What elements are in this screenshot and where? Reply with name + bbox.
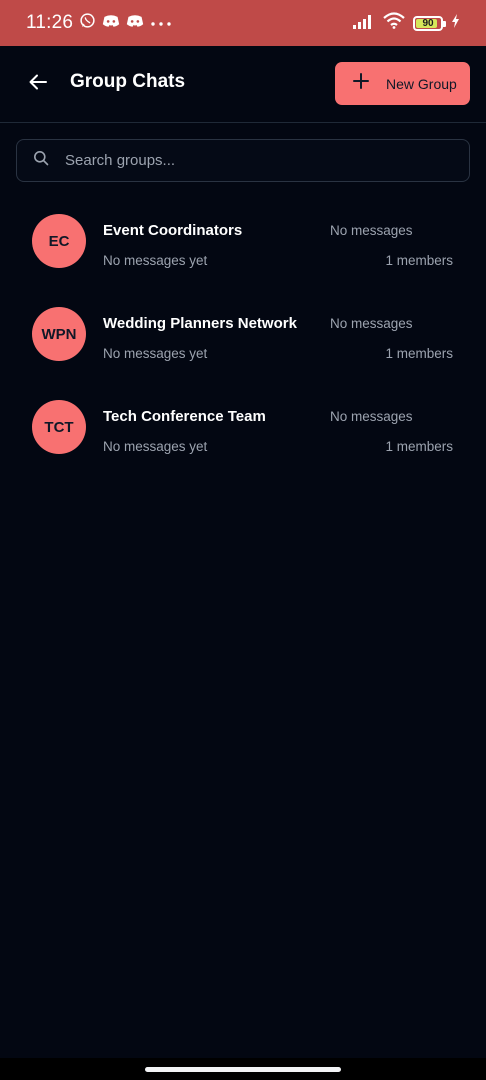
- discord-icon: [126, 14, 144, 33]
- search-box: [16, 139, 470, 182]
- new-group-label: New Group: [386, 75, 457, 92]
- home-indicator[interactable]: [145, 1067, 341, 1072]
- group-name: Wedding Planners Network: [103, 315, 297, 332]
- system-nav-bar: [0, 1058, 486, 1080]
- status-left: 11:26: [26, 12, 172, 34]
- app-header: Group Chats New Group: [0, 46, 486, 123]
- group-item[interactable]: TCT Tech Conference Team No messages yet…: [0, 378, 486, 471]
- group-item[interactable]: WPN Wedding Planners Network No messages…: [0, 285, 486, 378]
- group-last-time: No messages: [330, 223, 413, 238]
- group-name: Tech Conference Team: [103, 408, 266, 425]
- status-right: 90: [353, 12, 460, 34]
- search-input[interactable]: [65, 152, 425, 169]
- search-icon: [33, 150, 49, 171]
- group-members: 1 members: [385, 253, 453, 268]
- group-last-time: No messages: [330, 316, 413, 331]
- group-avatar: EC: [32, 214, 86, 268]
- arrow-left-icon: [29, 74, 47, 95]
- status-bar: 11:26 90: [0, 0, 486, 46]
- battery-level: 90: [422, 17, 434, 29]
- status-time: 11:26: [26, 12, 74, 33]
- wifi-icon: [383, 12, 405, 34]
- group-members: 1 members: [385, 439, 453, 454]
- more-dots-icon: [150, 14, 172, 32]
- group-list: EC Event Coordinators No messages yet No…: [0, 192, 486, 471]
- group-members: 1 members: [385, 346, 453, 361]
- plus-icon: [353, 73, 369, 94]
- group-last-time: No messages: [330, 409, 413, 424]
- group-avatar: WPN: [32, 307, 86, 361]
- battery-icon: 90: [413, 15, 446, 31]
- page-title: Group Chats: [70, 71, 186, 92]
- back-button[interactable]: [22, 68, 54, 100]
- signal-icon: [353, 13, 375, 34]
- new-group-button[interactable]: New Group: [335, 62, 470, 105]
- group-last-message: No messages yet: [103, 346, 208, 361]
- charging-icon: [451, 13, 460, 33]
- group-last-message: No messages yet: [103, 439, 208, 454]
- group-avatar: TCT: [32, 400, 86, 454]
- group-last-message: No messages yet: [103, 253, 208, 268]
- group-name: Event Coordinators: [103, 222, 243, 239]
- whatsapp-icon: [79, 12, 96, 34]
- discord-icon: [102, 14, 120, 33]
- group-item[interactable]: EC Event Coordinators No messages yet No…: [0, 192, 486, 285]
